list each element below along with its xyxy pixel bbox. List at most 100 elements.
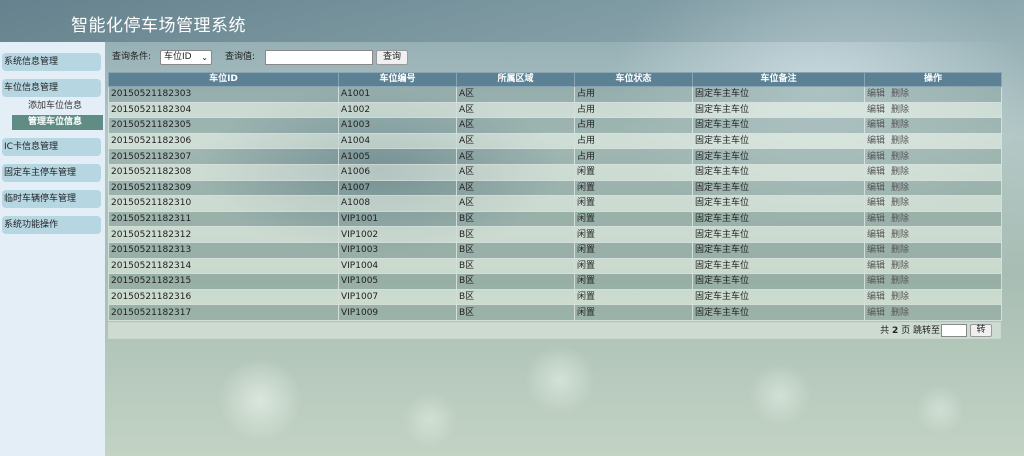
edit-link[interactable]: 编辑 xyxy=(867,214,885,224)
delete-link[interactable]: 删除 xyxy=(891,120,909,130)
table-row: 20150521182305 A1003 A区 占用 固定车主车位 编辑 删除 xyxy=(108,117,1002,134)
cell-area: A区 xyxy=(456,86,575,103)
edit-link[interactable]: 编辑 xyxy=(867,89,885,99)
edit-link[interactable]: 编辑 xyxy=(867,276,885,286)
delete-link[interactable]: 删除 xyxy=(891,230,909,240)
edit-link[interactable]: 编辑 xyxy=(867,120,885,130)
delete-link[interactable]: 删除 xyxy=(891,152,909,162)
cell-status: 闲置 xyxy=(574,195,693,212)
cell-area: B区 xyxy=(456,304,575,321)
search-button[interactable]: 查询 xyxy=(376,50,408,65)
col-remark: 车位备注 xyxy=(692,72,865,87)
cell-actions: 编辑 删除 xyxy=(864,195,1002,212)
cell-actions: 编辑 删除 xyxy=(864,148,1002,165)
page-jump-input[interactable] xyxy=(941,324,967,337)
cell-status: 占用 xyxy=(574,86,693,103)
delete-link[interactable]: 删除 xyxy=(891,89,909,99)
delete-link[interactable]: 删除 xyxy=(891,167,909,177)
menu-fixed-owner-parking[interactable]: 固定车主停车管理 xyxy=(2,164,101,182)
delete-link[interactable]: 删除 xyxy=(891,276,909,286)
col-area: 所属区域 xyxy=(456,72,575,87)
edit-link[interactable]: 编辑 xyxy=(867,198,885,208)
cell-status: 闲置 xyxy=(574,163,693,181)
cell-status: 占用 xyxy=(574,101,693,119)
cell-area: A区 xyxy=(456,101,575,119)
menu-system-functions[interactable]: 系统功能操作 xyxy=(2,216,101,234)
condition-select[interactable]: 车位ID ⌄ xyxy=(160,50,212,65)
table-header-row: 车位ID 车位编号 所属区域 车位状态 车位备注 操作 xyxy=(108,72,1002,87)
condition-label: 查询条件: xyxy=(112,52,152,62)
cell-status: 闲置 xyxy=(574,257,693,275)
edit-link[interactable]: 编辑 xyxy=(867,230,885,240)
cell-status: 闲置 xyxy=(574,179,693,197)
cell-actions: 编辑 删除 xyxy=(864,210,1002,228)
cell-remark: 固定车主车位 xyxy=(692,148,865,165)
pager-suffix: 页 跳转至 xyxy=(901,326,940,336)
delete-link[interactable]: 删除 xyxy=(891,308,909,318)
menu-temp-vehicle-parking[interactable]: 临时车辆停车管理 xyxy=(2,190,101,208)
delete-link[interactable]: 删除 xyxy=(891,105,909,115)
cell-actions: 编辑 删除 xyxy=(864,304,1002,321)
cell-space-id: 20150521182305 xyxy=(108,117,339,134)
cell-remark: 固定车主车位 xyxy=(692,195,865,212)
menu-parking-space-info[interactable]: 车位信息管理 xyxy=(2,79,101,97)
cell-space-id: 20150521182309 xyxy=(108,179,339,197)
col-actions: 操作 xyxy=(864,72,1002,87)
edit-link[interactable]: 编辑 xyxy=(867,167,885,177)
table-row: 20150521182314 VIP1004 B区 闲置 固定车主车位 编辑 删除 xyxy=(108,257,1002,275)
menu-ic-card[interactable]: IC卡信息管理 xyxy=(2,138,101,156)
cell-status: 闲置 xyxy=(574,241,693,259)
cell-space-number: A1006 xyxy=(338,163,457,181)
search-value-input[interactable] xyxy=(265,50,373,65)
delete-link[interactable]: 删除 xyxy=(891,292,909,302)
table-row: 20150521182316 VIP1007 B区 闲置 固定车主车位 编辑 删除 xyxy=(108,288,1002,306)
col-space-number: 车位编号 xyxy=(338,72,457,87)
cell-status: 占用 xyxy=(574,132,693,150)
page-jump-button[interactable]: 转 xyxy=(970,324,992,337)
edit-link[interactable]: 编辑 xyxy=(867,261,885,271)
cell-space-id: 20150521182304 xyxy=(108,101,339,119)
edit-link[interactable]: 编辑 xyxy=(867,152,885,162)
edit-link[interactable]: 编辑 xyxy=(867,183,885,193)
cell-status: 占用 xyxy=(574,117,693,134)
parking-space-table: 车位ID 车位编号 所属区域 车位状态 车位备注 操作 201505211823… xyxy=(108,72,1002,321)
delete-link[interactable]: 删除 xyxy=(891,183,909,193)
cell-actions: 编辑 删除 xyxy=(864,257,1002,275)
cell-area: A区 xyxy=(456,117,575,134)
delete-link[interactable]: 删除 xyxy=(891,136,909,146)
cell-space-id: 20150521182312 xyxy=(108,226,339,243)
cell-remark: 固定车主车位 xyxy=(692,117,865,134)
edit-link[interactable]: 编辑 xyxy=(867,245,885,255)
cell-area: B区 xyxy=(456,241,575,259)
edit-link[interactable]: 编辑 xyxy=(867,136,885,146)
cell-actions: 编辑 删除 xyxy=(864,226,1002,243)
table-row: 20150521182307 A1005 A区 占用 固定车主车位 编辑 删除 xyxy=(108,148,1002,165)
cell-area: A区 xyxy=(456,195,575,212)
cell-area: B区 xyxy=(456,273,575,290)
cell-space-id: 20150521182303 xyxy=(108,86,339,103)
cell-remark: 固定车主车位 xyxy=(692,101,865,119)
menu-system-info[interactable]: 系统信息管理 xyxy=(2,53,101,71)
edit-link[interactable]: 编辑 xyxy=(867,308,885,318)
cell-status: 闲置 xyxy=(574,210,693,228)
table-row: 20150521182315 VIP1005 B区 闲置 固定车主车位 编辑 删除 xyxy=(108,273,1002,290)
delete-link[interactable]: 删除 xyxy=(891,261,909,271)
cell-space-number: VIP1007 xyxy=(338,288,457,306)
edit-link[interactable]: 编辑 xyxy=(867,292,885,302)
pagination-bar: 共 2 页 跳转至 转 xyxy=(108,322,1001,339)
edit-link[interactable]: 编辑 xyxy=(867,105,885,115)
cell-remark: 固定车主车位 xyxy=(692,210,865,228)
cell-area: B区 xyxy=(456,288,575,306)
cell-actions: 编辑 删除 xyxy=(864,273,1002,290)
submenu-add-space[interactable]: 添加车位信息 xyxy=(12,99,103,114)
table-row: 20150521182313 VIP1003 B区 闲置 固定车主车位 编辑 删除 xyxy=(108,241,1002,259)
submenu-manage-space[interactable]: 管理车位信息 xyxy=(12,115,103,130)
delete-link[interactable]: 删除 xyxy=(891,214,909,224)
cell-area: A区 xyxy=(456,148,575,165)
cell-space-number: VIP1004 xyxy=(338,257,457,275)
delete-link[interactable]: 删除 xyxy=(891,245,909,255)
cell-space-number: VIP1009 xyxy=(338,304,457,321)
delete-link[interactable]: 删除 xyxy=(891,198,909,208)
cell-space-number: A1002 xyxy=(338,101,457,119)
cell-space-id: 20150521182313 xyxy=(108,241,339,259)
